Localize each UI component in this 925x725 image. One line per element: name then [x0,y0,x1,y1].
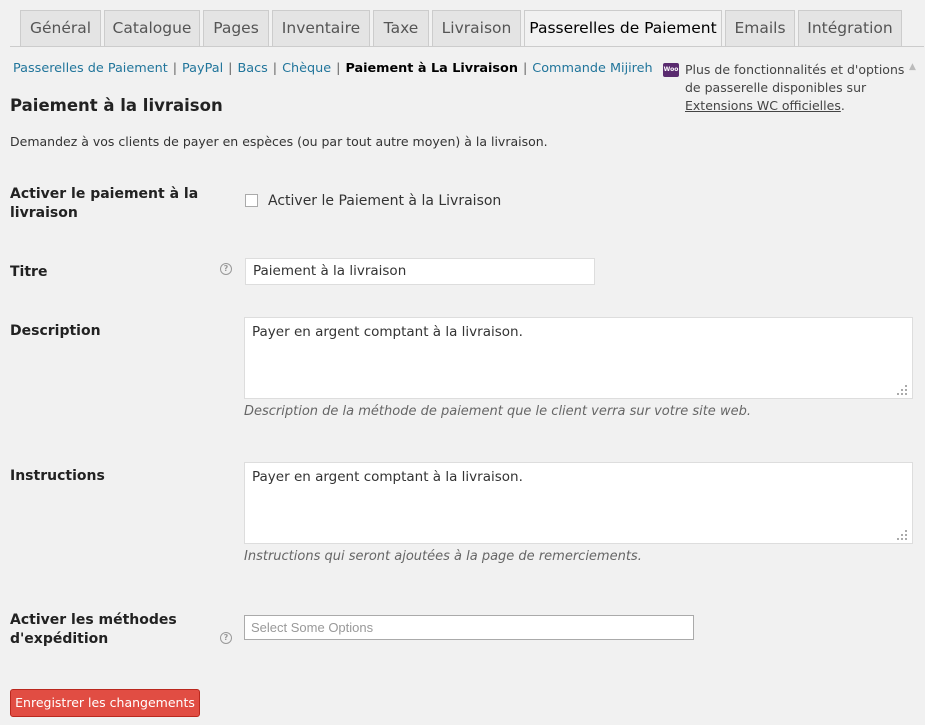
subnav-separator: | [522,61,528,76]
resize-grip-icon[interactable] [897,530,907,540]
instructions-value: Payer en argent comptant à la livraison. [252,469,523,485]
tab-general[interactable]: Général [20,10,101,46]
enable-label: Activer le paiement à la livraison [10,186,199,221]
tab-integration[interactable]: Intégration [798,10,902,46]
title-label: Titre [10,264,48,280]
subnav-mijireh[interactable]: Commande Mijireh [532,61,652,76]
description-hint: Description de la méthode de paiement qu… [244,404,751,419]
save-changes-button[interactable]: Enregistrer les changements [10,689,200,717]
tab-livraison[interactable]: Livraison [432,10,521,46]
subnav-cheque[interactable]: Chèque [282,61,331,76]
settings-tabs: Général Catalogue Pages Inventaire Taxe … [0,0,925,47]
subnav-passerelles[interactable]: Passerelles de Paiement [13,61,168,76]
instructions-textarea[interactable]: Payer en argent comptant à la livraison. [244,462,913,544]
resize-grip-icon[interactable] [897,385,907,395]
subnav-separator: | [172,61,178,76]
instructions-hint: Instructions qui seront ajoutées à la pa… [244,549,642,564]
section-title: Paiement à la livraison [10,96,223,115]
subnav-separator: | [272,61,278,76]
description-textarea[interactable]: Payer en argent comptant à la livraison. [244,317,913,399]
woo-icon: Woo [663,63,679,77]
gateway-subnav: Passerelles de Paiement | PayPal | Bacs | Chèq… [13,61,653,76]
promo-text: Plus de fonctionnalités et d'options de … [685,61,913,115]
section-intro: Demandez à vos clients de payer en espèc… [10,134,548,149]
help-icon[interactable]: ? [220,263,232,275]
dismiss-icon[interactable]: ▲ [909,62,916,72]
help-icon[interactable]: ? [220,632,232,644]
tab-emails[interactable]: Emails [725,10,795,46]
shipping-methods-select[interactable]: Select Some Options [244,615,694,640]
tab-passerelles-de-paiement[interactable]: Passerelles de Paiement [524,10,722,47]
subnav-paiement-livraison-current: Paiement à La Livraison [345,61,518,76]
extensions-link[interactable]: Extensions WC officielles [685,98,841,113]
subnav-separator: | [336,61,341,76]
tab-inventaire[interactable]: Inventaire [272,10,370,46]
tabs-divider [10,46,924,47]
subnav-paypal[interactable]: PayPal [182,61,223,76]
promo-suffix: . [840,98,845,113]
promo-message: Plus de fonctionnalités et d'options de … [685,62,905,95]
description-label: Description [10,323,101,339]
shipping-methods-label: Activer les méthodes d'expédition [10,612,177,647]
tab-pages[interactable]: Pages [203,10,269,46]
enable-checkbox[interactable] [245,194,258,207]
title-input[interactable]: Paiement à la livraison [245,258,595,285]
enable-checkbox-label[interactable]: Activer le Paiement à la Livraison [268,193,501,209]
instructions-label: Instructions [10,468,105,484]
subnav-separator: | [228,61,233,76]
tab-catalogue[interactable]: Catalogue [104,10,200,46]
tab-taxe[interactable]: Taxe [373,10,429,46]
subnav-bacs[interactable]: Bacs [237,61,267,76]
description-value: Payer en argent comptant à la livraison. [252,324,523,340]
